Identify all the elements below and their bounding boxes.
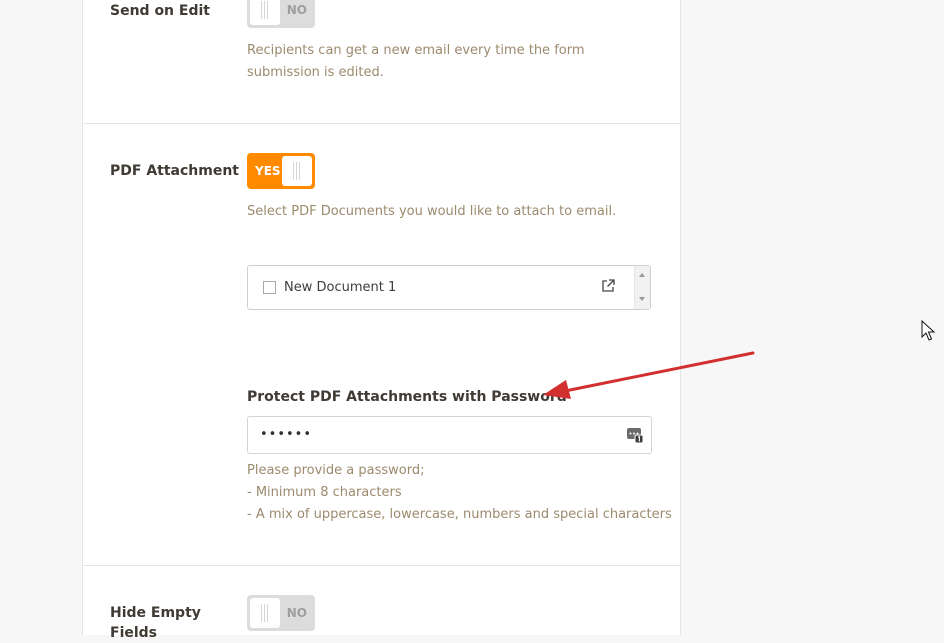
annotation-arrow	[543, 351, 755, 399]
mouse-cursor-icon	[921, 320, 935, 341]
